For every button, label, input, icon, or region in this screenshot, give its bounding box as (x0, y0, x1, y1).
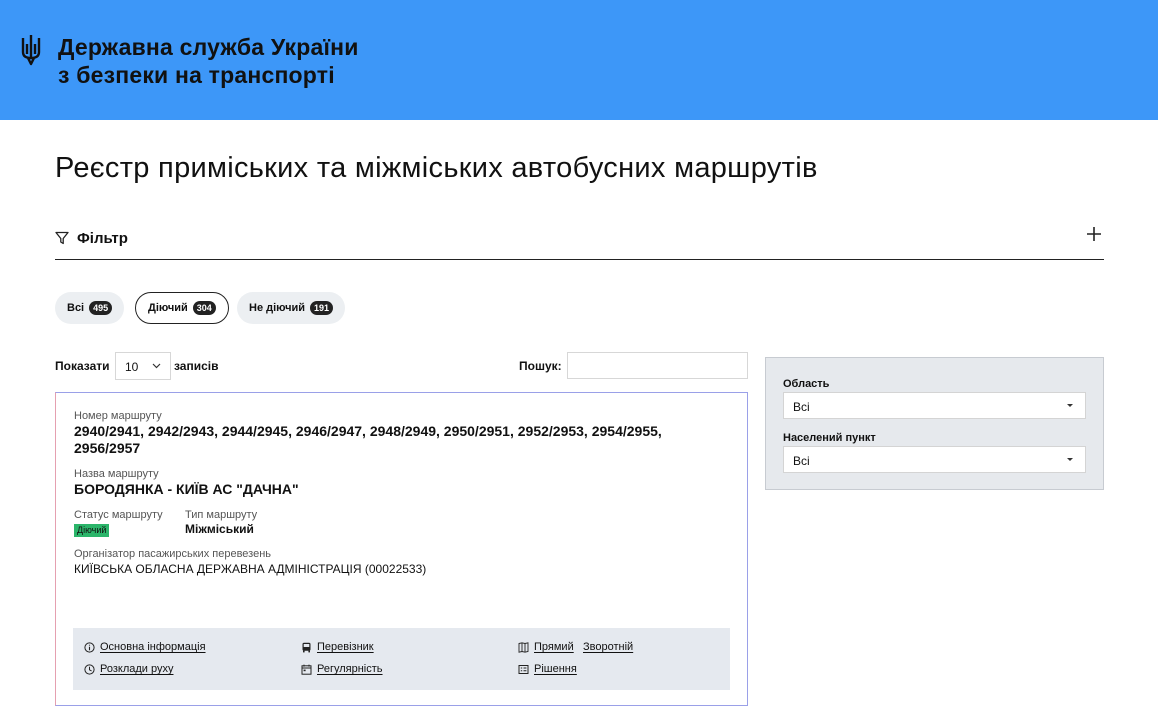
page-title: Реєстр приміських та міжміських автобусн… (55, 152, 818, 184)
chip-inactive[interactable]: Не діючий 191 (237, 292, 346, 324)
route-card: Номер маршруту 2940/2941, 2942/2943, 294… (55, 392, 748, 706)
route-number-value: 2940/2941, 2942/2943, 2944/2945, 2946/29… (74, 423, 662, 456)
filter-label: Фільтр (77, 230, 128, 247)
chip-label: Всі (67, 302, 85, 314)
map-icon (518, 641, 529, 653)
filter-toggle[interactable]: Фільтр (55, 222, 1104, 260)
info-icon (84, 641, 95, 653)
regularity-link[interactable]: Регулярність (301, 663, 383, 675)
decision-link[interactable]: Рішення (518, 663, 577, 675)
carrier-link[interactable]: Перевізник (301, 641, 374, 653)
region-value: Всі (793, 400, 810, 414)
chip-count: 495 (89, 301, 113, 315)
chip-count: 304 (192, 301, 216, 315)
side-filter-panel: Область Всі Населений пункт Всі (765, 357, 1104, 490)
records-label: записів (174, 359, 219, 373)
trident-icon[interactable] (20, 34, 42, 66)
settlement-label: Населений пункт (783, 432, 876, 444)
route-name-value: БОРОДЯНКА - КИЇВ АС "ДАЧНА" (74, 481, 299, 497)
status-badge: Діючий (74, 524, 110, 537)
schedule-label: Розклади руху (100, 663, 174, 675)
chip-all[interactable]: Всі 495 (55, 292, 125, 324)
search-label: Пошук: (519, 359, 562, 373)
direct-label: Прямий (534, 641, 574, 653)
org-name[interactable]: Державна служба України з безпеки на тра… (58, 33, 359, 89)
route-number-label: Номер маршруту (74, 410, 162, 422)
reverse-link[interactable]: Зворотній (583, 641, 633, 653)
org-name-line2: з безпеки на транспорті (58, 62, 335, 88)
chevron-down-icon (152, 363, 161, 369)
main-info-label: Основна інформація (100, 641, 206, 653)
chip-active[interactable]: Діючий 304 (135, 292, 229, 324)
direct-link[interactable]: Прямий (518, 641, 574, 653)
region-select[interactable]: Всі (783, 392, 1086, 419)
search-input[interactable] (567, 352, 748, 379)
chip-count: 191 (310, 301, 334, 315)
bus-icon (302, 642, 311, 652)
decision-label: Рішення (534, 663, 577, 675)
show-label: Показати (55, 359, 110, 373)
chip-label: Діючий (148, 302, 188, 314)
organizer-label: Організатор пасажирських перевезень (74, 548, 272, 560)
route-type-value: Міжміський (185, 522, 254, 536)
route-status-label: Статус маршруту (74, 509, 163, 521)
region-label: Область (783, 378, 830, 390)
page-size-select[interactable]: 10 (115, 352, 171, 380)
regularity-label: Регулярність (317, 663, 383, 675)
document-icon (518, 664, 529, 674)
organizer-value: КИЇВСЬКА ОБЛАСНА ДЕРЖАВНА АДМІНІСТРАЦІЯ … (74, 562, 427, 576)
settlement-select[interactable]: Всі (783, 446, 1086, 473)
page-size-value: 10 (125, 360, 139, 374)
calendar-icon (301, 664, 312, 675)
caret-down-icon (1067, 458, 1073, 461)
plus-icon[interactable] (1086, 226, 1102, 242)
clock-icon (84, 663, 95, 675)
route-name-label: Назва маршруту (74, 468, 159, 480)
schedule-link[interactable]: Розклади руху (84, 663, 173, 675)
chip-label: Не діючий (249, 302, 306, 314)
main-info-link[interactable]: Основна інформація (84, 641, 206, 653)
route-type-label: Тип маршруту (185, 509, 258, 521)
caret-down-icon (1067, 404, 1073, 407)
reverse-label: Зворотній (583, 641, 634, 653)
settlement-value: Всі (793, 454, 810, 468)
site-header: Державна служба України з безпеки на тра… (0, 0, 1158, 120)
org-name-line1: Державна служба України (58, 34, 359, 60)
carrier-label: Перевізник (317, 641, 374, 653)
filter-icon (55, 231, 69, 245)
route-actions: Основна інформація Перевізник Прямий Зво… (73, 628, 730, 690)
